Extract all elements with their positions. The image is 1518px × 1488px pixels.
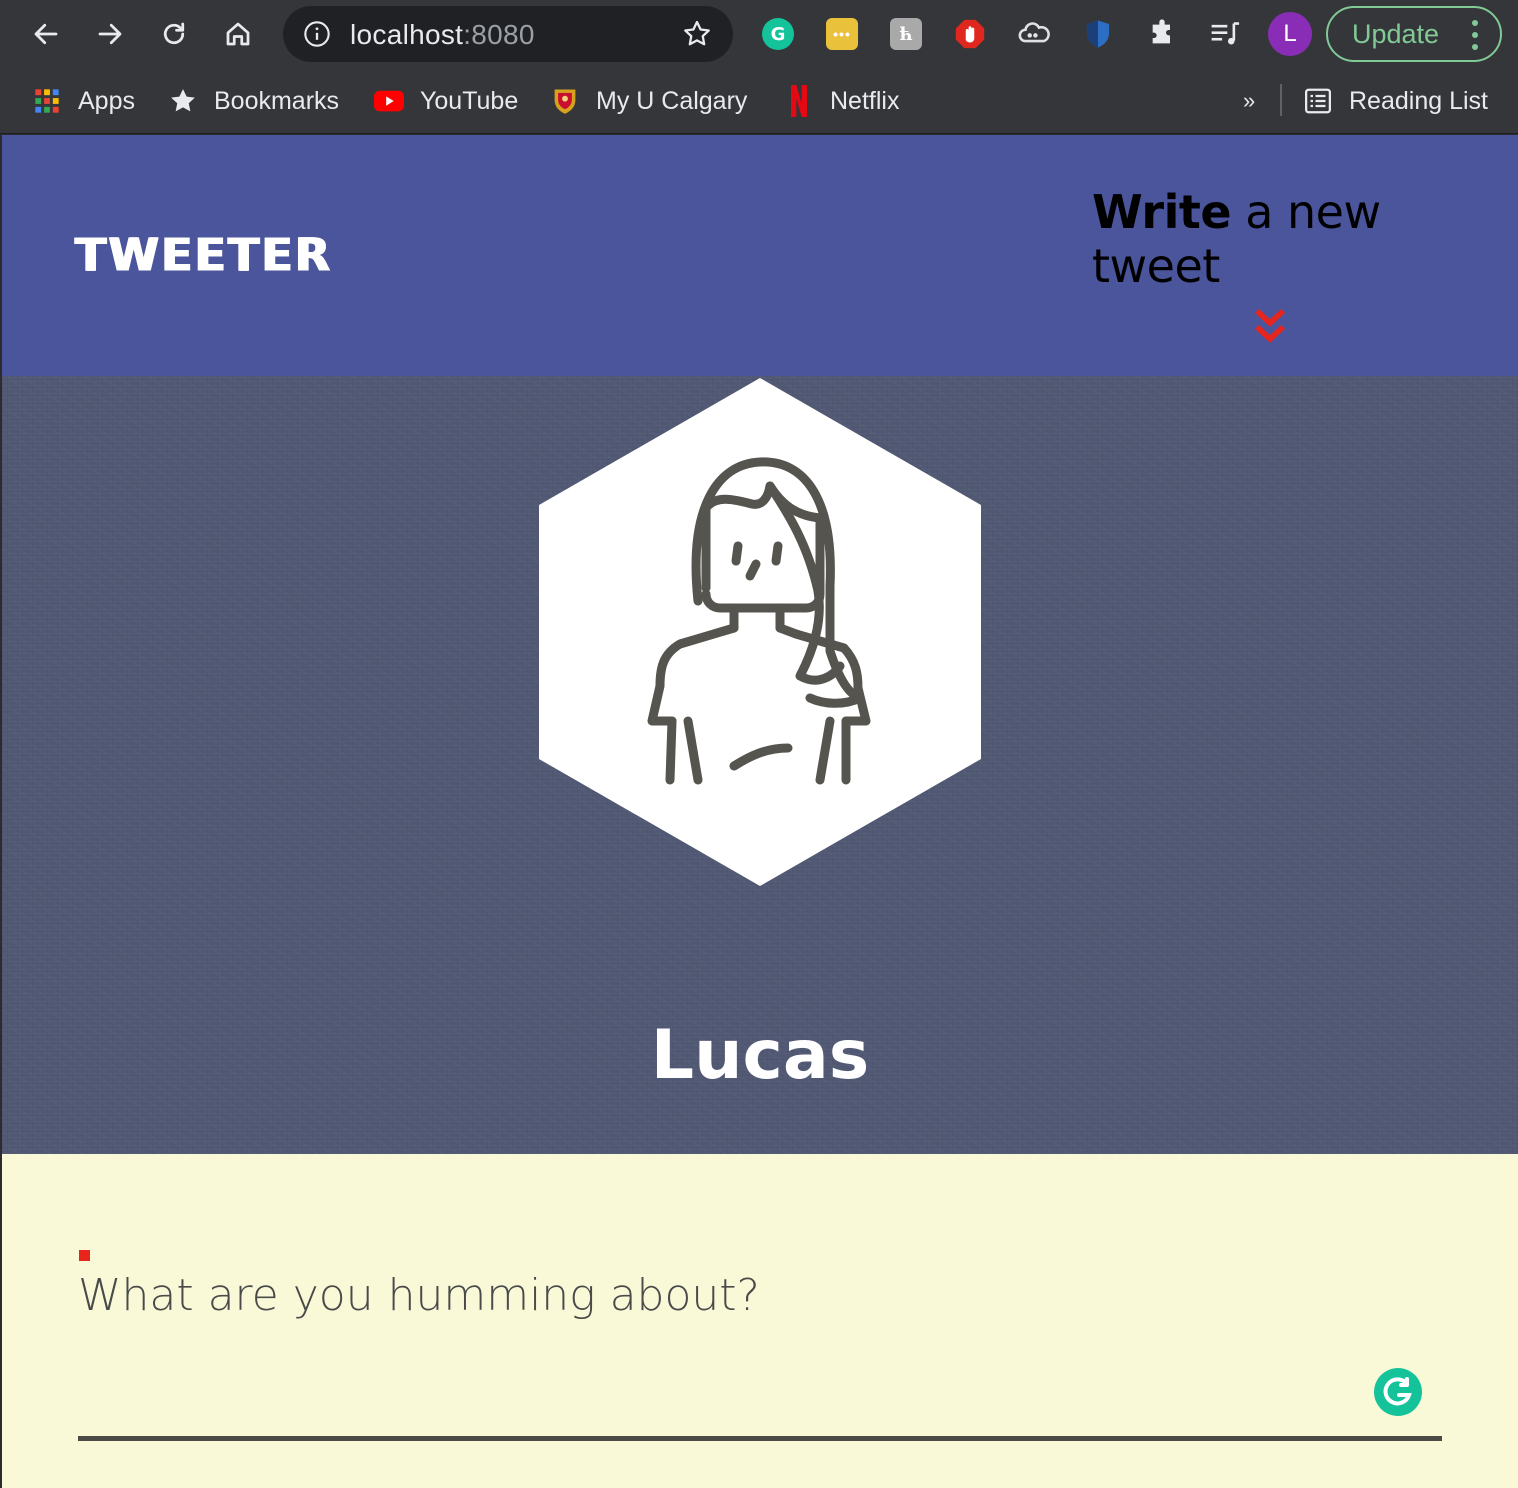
star-icon	[168, 86, 198, 116]
double-chevron-down-icon[interactable]	[1253, 307, 1287, 347]
shield-extension-icon[interactable]	[1081, 17, 1115, 51]
reading-list-button[interactable]: Reading List	[1303, 82, 1488, 120]
write-tweet-strong: Write	[1092, 185, 1232, 239]
url-text[interactable]: localhost:8080	[350, 19, 535, 51]
input-underline	[78, 1436, 1442, 1441]
bookmarks-bar: Apps Bookmarks YouTube My U Calgary Netf…	[0, 68, 1518, 134]
more-bookmarks-chevron-icon: »	[1243, 88, 1256, 113]
ucalgary-crest-icon	[550, 86, 580, 116]
url-port: :8080	[463, 19, 535, 50]
site-header: TWEETER Write a new tweet	[2, 135, 1518, 376]
adblock-extension-icon[interactable]	[953, 17, 987, 51]
bookmark-label: Bookmarks	[214, 86, 340, 115]
reload-button[interactable]	[152, 12, 196, 56]
back-arrow-icon	[34, 23, 58, 45]
forward-arrow-icon	[98, 23, 122, 45]
reload-icon	[163, 22, 185, 45]
profile-initial: L	[1283, 20, 1297, 47]
grammarly-icon[interactable]	[1373, 1367, 1423, 1417]
back-button[interactable]	[24, 12, 68, 56]
site-info-icon[interactable]	[303, 20, 331, 48]
bookmark-label: My U Calgary	[596, 86, 748, 115]
honey-extension-icon[interactable]: ћ	[889, 17, 923, 51]
address-bar[interactable]: localhost:8080	[283, 6, 733, 62]
url-host: localhost	[350, 19, 464, 50]
profile-avatar-button[interactable]: L	[1268, 12, 1312, 56]
home-icon	[226, 22, 250, 46]
home-button[interactable]	[216, 12, 260, 56]
write-tweet-toggle[interactable]: Write a new tweet	[1092, 185, 1518, 293]
bookmark-label: YouTube	[420, 86, 519, 115]
more-menu-icon[interactable]	[1472, 20, 1478, 50]
notes-extension-icon[interactable]: •••	[825, 17, 859, 51]
browser-toolbar: localhost:8080 G ••• ћ L Update	[0, 0, 1518, 68]
profile-name: Lucas	[650, 1016, 870, 1095]
bookmark-bookmarks[interactable]: Bookmarks	[168, 82, 339, 120]
bookmark-netflix[interactable]: Netflix	[784, 82, 899, 120]
reading-list-icon	[1303, 86, 1333, 116]
extensions-puzzle-icon[interactable]	[1145, 17, 1179, 51]
profile-banner: Lucas	[2, 376, 1518, 1154]
bookmark-youtube[interactable]: YouTube	[374, 82, 518, 120]
forward-button[interactable]	[88, 12, 132, 56]
bookmarks-divider	[1280, 84, 1282, 116]
more-bookmarks-button[interactable]: »	[1243, 82, 1255, 120]
media-controls-icon[interactable]	[1209, 17, 1243, 51]
avatar	[539, 378, 981, 886]
tweet-textarea[interactable]	[78, 1260, 1368, 1330]
site-logo[interactable]: TWEETER	[75, 229, 332, 282]
grammarly-extension-icon[interactable]: G	[761, 17, 795, 51]
bookmark-my-u-calgary[interactable]: My U Calgary	[550, 82, 747, 120]
update-label: Update	[1352, 18, 1440, 49]
netflix-icon	[784, 85, 814, 117]
bookmark-apps[interactable]: Apps	[32, 82, 135, 120]
apps-grid-icon	[32, 86, 62, 116]
youtube-icon	[374, 86, 404, 116]
new-tweet-section	[2, 1154, 1518, 1488]
bookmark-star-icon[interactable]	[681, 18, 713, 50]
update-button[interactable]: Update	[1326, 6, 1502, 62]
bookmark-label: Netflix	[830, 86, 900, 115]
reading-list-label: Reading List	[1349, 86, 1488, 115]
bookmark-label: Apps	[78, 86, 135, 115]
page-viewport: TWEETER Write a new tweet Lucas What are…	[2, 135, 1518, 1488]
cloud-extension-icon[interactable]	[1017, 17, 1051, 51]
